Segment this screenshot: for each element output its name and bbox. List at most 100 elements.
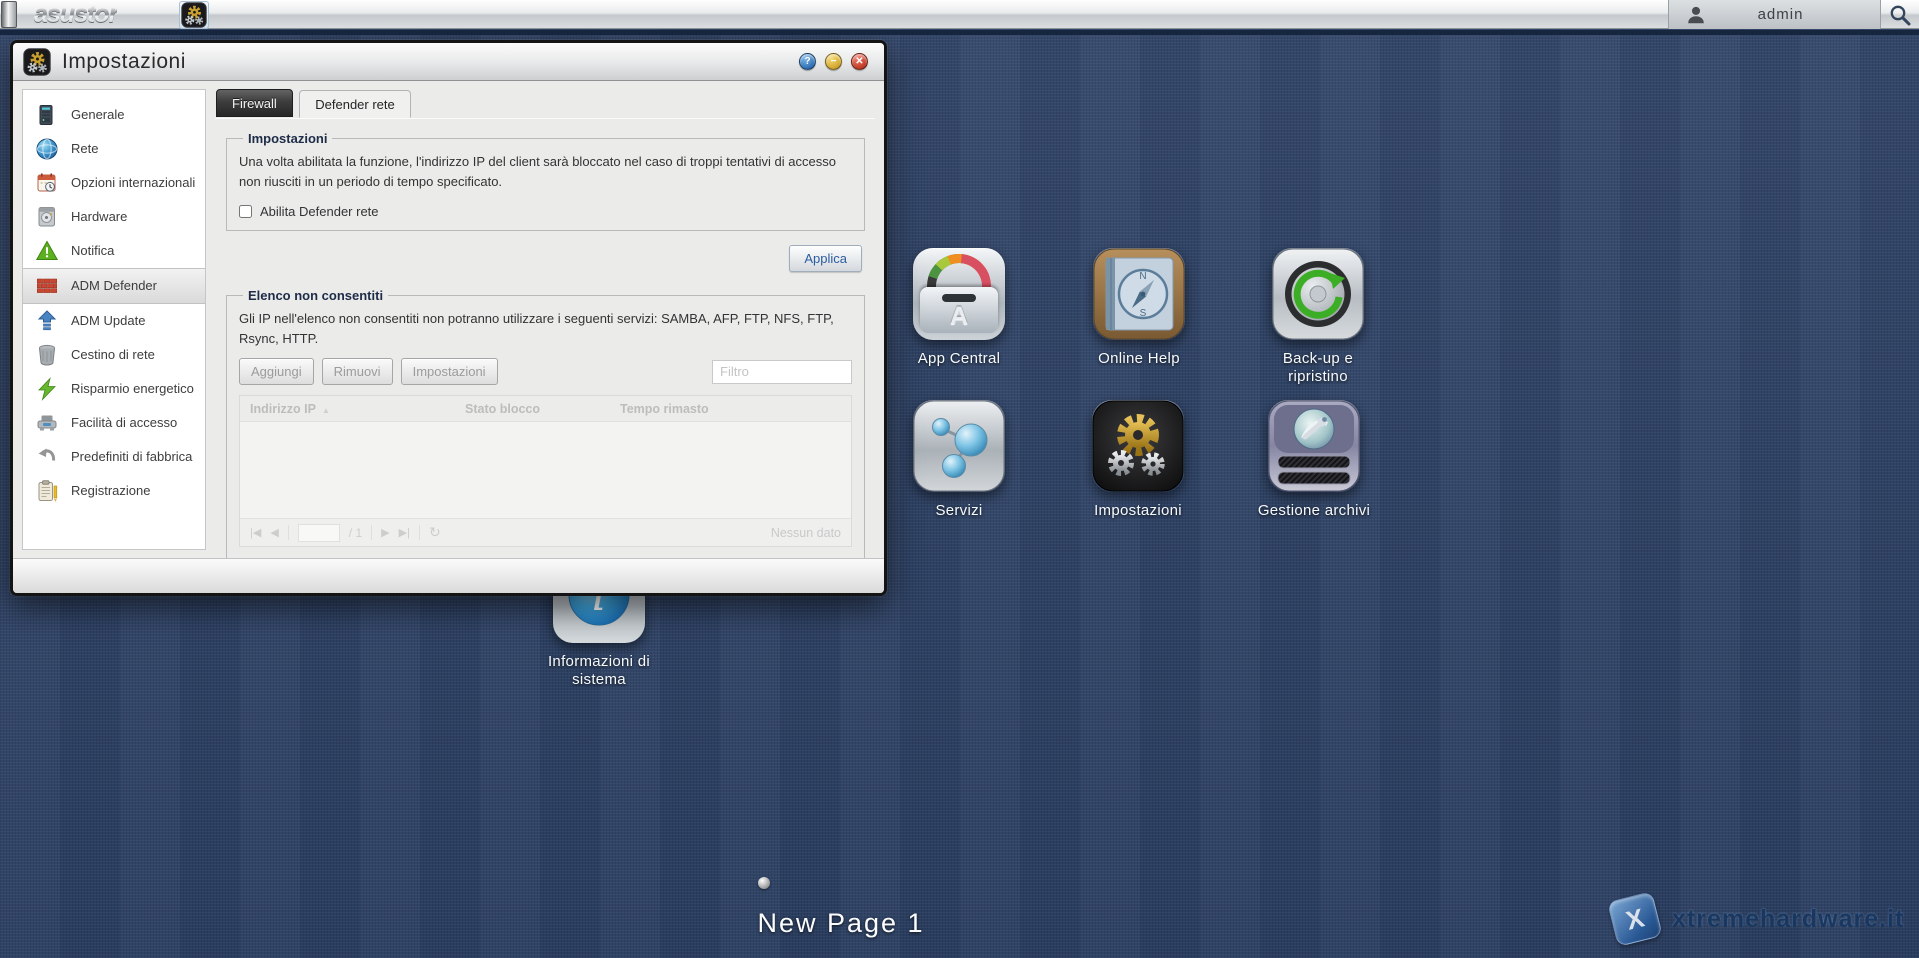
sidebar-item-registrazione[interactable]: Registrazione xyxy=(23,474,205,508)
table-pagination: |◀ ◀ / 1 ▶ ▶| ↻ Nessun dato xyxy=(240,518,851,546)
lightning-icon xyxy=(38,377,56,401)
enable-defender-label: Abilita Defender rete xyxy=(260,204,379,219)
taskbar-item-impostazioni[interactable] xyxy=(179,1,209,29)
filter-input[interactable] xyxy=(712,359,852,384)
sidebar-item-notifica[interactable]: Notifica xyxy=(23,234,205,268)
desktop-icon-backup-ripristino[interactable] xyxy=(1272,248,1364,340)
desktop-dot xyxy=(758,877,770,889)
enable-defender-checkbox[interactable] xyxy=(239,205,252,218)
server-icon xyxy=(39,105,53,125)
app-central-letter: A xyxy=(949,302,969,330)
impostazioni-window: Impostazioni ? − ✕ Generale Rete Opzioni… xyxy=(10,40,887,596)
tab-strip: Firewall Defender rete xyxy=(215,89,875,119)
blocklist-legend: Elenco non consentiti xyxy=(248,288,384,303)
globe-icon xyxy=(36,138,58,160)
sort-asc-icon: ▲ xyxy=(321,405,330,415)
storage-manager-icon xyxy=(1268,400,1360,492)
desktop-icon-label: Servizi xyxy=(935,502,983,519)
desktop-icon-label: Impostazioni xyxy=(1094,502,1182,519)
sidebar-item-label: Facilità di accesso xyxy=(71,414,178,430)
settings-gears-icon xyxy=(1092,400,1184,492)
column-tempo-rimasto[interactable]: Tempo rimasto xyxy=(610,402,851,416)
settings-group: Impostazioni Una volta abilitata la funz… xyxy=(226,131,865,231)
svg-text:N: N xyxy=(1139,271,1146,282)
sidebar-item-risparmio-energetico[interactable]: Risparmio energetico xyxy=(23,372,205,406)
sidebar-item-facilita-di-accesso[interactable]: Facilità di accesso xyxy=(23,406,205,440)
tab-defender-rete[interactable]: Defender rete xyxy=(299,90,411,118)
tray-slot xyxy=(942,294,976,302)
close-button[interactable]: ✕ xyxy=(851,53,868,70)
add-button[interactable]: Aggiungi xyxy=(239,358,314,385)
last-page-icon[interactable]: ▶| xyxy=(399,526,410,539)
calendar-clock-icon xyxy=(37,173,56,192)
window-controls: ? − ✕ xyxy=(799,53,868,70)
desktop-icon-app-central[interactable]: A xyxy=(913,248,1005,340)
page-label: New Page 1 xyxy=(757,908,925,938)
next-page-icon[interactable]: ▶ xyxy=(381,526,389,539)
desktop-icon-impostazioni[interactable] xyxy=(1092,400,1184,492)
sidebar-item-label: Opzioni internazionali xyxy=(71,174,196,190)
column-indirizzo-ip[interactable]: Indirizzo IP ▲ xyxy=(240,402,455,416)
pager-divider xyxy=(418,525,420,540)
apply-button[interactable]: Applica xyxy=(789,245,862,272)
sidebar-item-label: Rete xyxy=(71,140,99,156)
list-settings-button[interactable]: Impostazioni xyxy=(400,358,498,385)
search-icon[interactable] xyxy=(1888,3,1912,27)
desktop-icon-servizi[interactable] xyxy=(913,400,1005,492)
clipboard-icon xyxy=(38,480,58,502)
pager-divider xyxy=(287,525,289,540)
minimize-button[interactable]: − xyxy=(825,53,842,70)
sidebar-item-label: Notifica xyxy=(71,242,115,258)
refresh-icon[interactable]: ↻ xyxy=(429,524,441,541)
desktop-icon-online-help[interactable]: N S xyxy=(1093,248,1185,340)
apply-row: Applica xyxy=(215,245,862,272)
desktop-icon-label: Informazioni di sistema xyxy=(547,653,651,688)
window-footer xyxy=(13,558,884,593)
prev-page-icon[interactable]: ◀ xyxy=(270,526,278,539)
user-icon xyxy=(1688,6,1704,23)
blocklist-table: Indirizzo IP ▲ Stato blocco Tempo rimasto… xyxy=(239,395,852,547)
sidebar-item-label: Predefiniti di fabbrica xyxy=(71,448,193,464)
backup-restore-icon xyxy=(1272,248,1364,340)
user-menu[interactable]: admin xyxy=(1668,0,1881,29)
panel-handle[interactable] xyxy=(1,1,17,28)
help-button[interactable]: ? xyxy=(799,53,816,70)
watermark: X xtremehardware.it xyxy=(1607,891,1905,947)
sidebar-item-adm-update[interactable]: ADM Update xyxy=(23,304,205,338)
sidebar-item-predefiniti-di-fabbrica[interactable]: Predefiniti di fabbrica xyxy=(23,440,205,474)
sidebar-item-label: Hardware xyxy=(71,208,128,224)
page-total-label: / 1 xyxy=(348,525,363,540)
window-titlebar[interactable]: Impostazioni ? − ✕ xyxy=(13,43,884,81)
desktop-background: asustor admin Informazioni di sistema A … xyxy=(0,0,1919,958)
page-number-input[interactable] xyxy=(297,523,340,542)
sidebar-item-adm-defender[interactable]: ADM Defender xyxy=(23,268,205,304)
sidebar-item-label: ADM Update xyxy=(71,312,146,328)
services-nodes-icon xyxy=(913,400,1005,492)
blocklist-description: Gli IP nell'elenco non consentiti non po… xyxy=(239,311,834,346)
sidebar-item-rete[interactable]: Rete xyxy=(23,132,205,166)
window-main: Generale Rete Opzioni internazionali Har… xyxy=(13,81,884,559)
desktop-icon-label: App Central xyxy=(917,350,1001,367)
blocklist-group: Elenco non consentiti Gli IP nell'elenco… xyxy=(226,288,865,559)
watermark-text: xtremehardware.it xyxy=(1672,904,1905,933)
sidebar-item-label: Cestino di rete xyxy=(71,346,155,362)
sidebar-item-generale[interactable]: Generale xyxy=(23,98,205,132)
sidebar-item-opzioni-internazionali[interactable]: Opzioni internazionali xyxy=(23,166,205,200)
tab-firewall[interactable]: Firewall xyxy=(216,89,293,117)
desktop-icon-gestione-archivi[interactable] xyxy=(1268,400,1360,492)
column-stato-blocco[interactable]: Stato blocco xyxy=(455,402,610,416)
settings-sidebar: Generale Rete Opzioni internazionali Har… xyxy=(22,89,206,550)
trash-icon xyxy=(39,344,55,366)
update-arrow-icon xyxy=(37,310,57,331)
top-bar-accent-strip xyxy=(0,30,1919,35)
desktop-icon-label: Online Help xyxy=(1098,350,1180,367)
first-page-icon[interactable]: |◀ xyxy=(250,526,261,539)
settings-description: Una volta abilitata la funzione, l'indir… xyxy=(239,154,836,189)
app-tray: A xyxy=(920,287,998,333)
empty-status-label: Nessun dato xyxy=(770,525,841,540)
sidebar-item-hardware[interactable]: Hardware xyxy=(23,200,205,234)
remove-button[interactable]: Rimuovi xyxy=(321,358,393,385)
sidebar-item-cestino-di-rete[interactable]: Cestino di rete xyxy=(23,338,205,372)
settings-legend: Impostazioni xyxy=(248,131,328,146)
sidebar-item-label: Generale xyxy=(71,106,125,122)
